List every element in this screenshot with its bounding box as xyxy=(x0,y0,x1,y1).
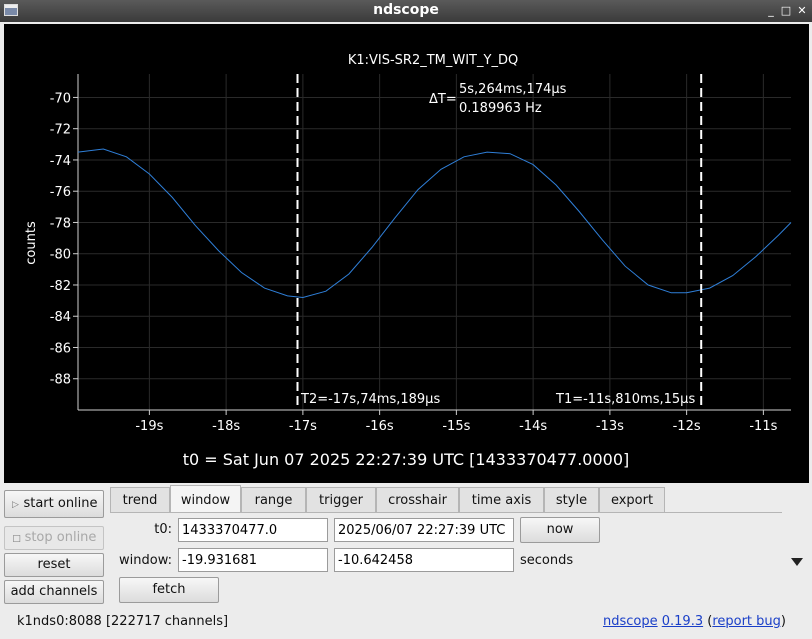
fetch-button[interactable]: fetch xyxy=(119,577,219,603)
y-tick-label: -86 xyxy=(50,341,71,356)
window-title: ndscope xyxy=(373,2,439,18)
stop-icon: □ xyxy=(12,534,21,544)
tab-divider xyxy=(110,512,782,513)
y-tick-label: -84 xyxy=(50,310,71,325)
y-tick-label: -82 xyxy=(50,279,71,294)
y-tick-label: -78 xyxy=(50,216,71,231)
plot-area[interactable]: K1:VIS-SR2_TM_WIT_Y_DQ counts -70 -72 -74-… xyxy=(4,24,809,483)
x-tick-label: -18s xyxy=(212,419,240,434)
add-channels-button[interactable]: add channels xyxy=(4,580,104,604)
minimize-icon[interactable]: _ xyxy=(764,3,778,19)
footer: ndscope 0.19.3 (report bug) xyxy=(602,614,786,629)
version-link[interactable]: 0.19.3 xyxy=(662,614,703,629)
window-start-input[interactable] xyxy=(178,548,328,572)
close-icon[interactable]: ✕ xyxy=(795,3,809,19)
report-bug-link[interactable]: report bug xyxy=(712,614,781,629)
delta-frequency: 0.189963 Hz xyxy=(459,101,542,116)
x-tick-label: -14s xyxy=(519,419,547,434)
t0-readout: t0 = Sat Jun 07 2025 22:27:39 UTC [14333… xyxy=(183,450,630,469)
t0-gps-input[interactable] xyxy=(178,518,328,542)
y-axis[interactable]: -70 -72 -74 -76 -78 -80 -82 -84 -86 -88 xyxy=(50,91,78,388)
tab-trigger[interactable]: trigger xyxy=(306,487,376,512)
tab-window[interactable]: window xyxy=(170,485,241,512)
x-tick-label: -11s xyxy=(749,419,777,434)
delta-t-value: 5s,264ms,174µs xyxy=(459,82,567,97)
y-tick-label: -72 xyxy=(50,123,71,138)
play-icon: ▷ xyxy=(11,500,19,510)
y-tick-label: -88 xyxy=(50,373,71,388)
channel-title: K1:VIS-SR2_TM_WIT_Y_DQ xyxy=(348,53,518,68)
now-button[interactable]: now xyxy=(520,517,600,543)
ndscope-link[interactable]: ndscope xyxy=(603,614,658,629)
server-address: k1nds0:8088 xyxy=(17,614,102,629)
grid-lines xyxy=(78,74,791,410)
x-tick-label: -12s xyxy=(673,419,701,434)
window-label: window: xyxy=(119,553,172,568)
t0-utc-input[interactable] xyxy=(334,518,514,542)
seconds-unit: seconds xyxy=(520,553,574,568)
plot-canvas[interactable]: K1:VIS-SR2_TM_WIT_Y_DQ counts -70-72-74-… xyxy=(4,24,809,483)
x-axis[interactable]: -19s -18s -17s -16s -15s -14s -13s -12s -11s xyxy=(135,410,778,434)
x-tick-label: -16s xyxy=(366,419,394,434)
tab-range[interactable]: range xyxy=(241,487,306,512)
y-tick-label: -70 xyxy=(50,91,71,106)
chevron-down-icon[interactable] xyxy=(791,558,803,566)
x-tick-label: -15s xyxy=(442,419,470,434)
maximize-icon[interactable]: □ xyxy=(779,3,793,19)
t2-label: T2=-17s,74ms,189µs xyxy=(300,392,440,407)
delta-t-label: ΔT= xyxy=(429,92,457,107)
reset-button[interactable]: reset xyxy=(4,553,104,577)
start-online-button[interactable]: ▷ start online xyxy=(4,490,104,518)
x-tick-label: -19s xyxy=(135,419,163,434)
y-tick-label: -76 xyxy=(50,185,71,200)
channel-count: [222717 channels] xyxy=(105,614,229,629)
stop-online-button[interactable]: □ stop online xyxy=(4,526,104,550)
window-end-input[interactable] xyxy=(334,548,514,572)
tab-trend[interactable]: trend xyxy=(110,487,170,512)
status-bar: k1nds0:8088 [222717 channels] xyxy=(17,614,228,629)
tab-crosshair[interactable]: crosshair xyxy=(376,487,459,512)
tab-style[interactable]: style xyxy=(544,487,599,512)
y-tick-label: -80 xyxy=(50,248,71,263)
y-tick-label: -74 xyxy=(50,154,71,169)
tab-export[interactable]: export xyxy=(599,487,665,512)
x-tick-label: -17s xyxy=(289,419,317,434)
x-tick-label: -13s xyxy=(596,419,624,434)
tab-time-axis[interactable]: time axis xyxy=(459,487,544,512)
series-trace xyxy=(77,148,792,299)
t0-label: t0: xyxy=(154,522,172,537)
y-axis-label: counts xyxy=(24,221,39,265)
title-bar: ndscope _ □ ✕ xyxy=(0,0,812,22)
t1-label: T1=-11s,810ms,15µs xyxy=(555,392,695,407)
